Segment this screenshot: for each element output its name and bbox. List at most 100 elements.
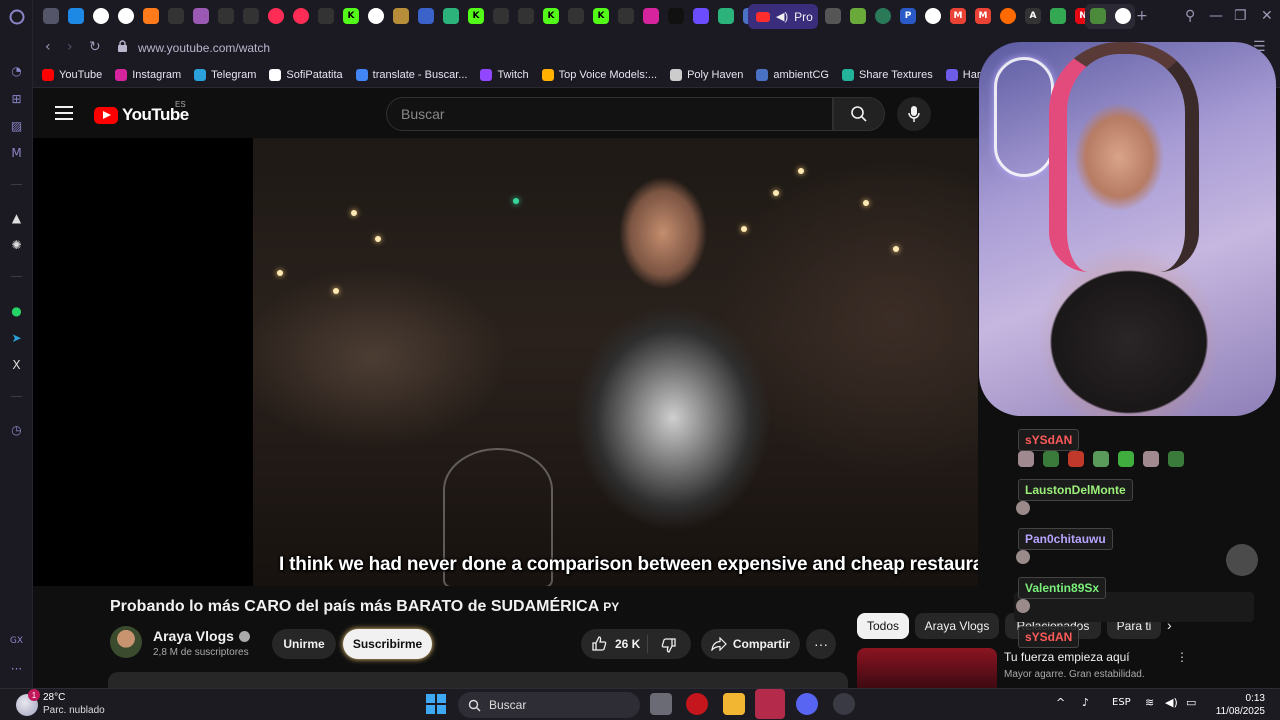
tab-favicon-3[interactable]	[118, 8, 134, 24]
tab-favicon-24[interactable]	[850, 8, 866, 24]
bookmark-item[interactable]: ambientCG	[756, 69, 829, 81]
windows-start-icon[interactable]	[426, 694, 446, 714]
reload-icon[interactable]: ↻	[89, 39, 101, 55]
bookmark-item[interactable]: Share Textures	[841, 69, 933, 81]
volume-icon[interactable]: ◀)	[1165, 696, 1178, 709]
tab-favicon-kick-2[interactable]: K	[468, 8, 484, 24]
aria-icon[interactable]: ▲	[8, 209, 25, 226]
tab-favicon-20[interactable]	[693, 8, 709, 24]
tab-favicon-23[interactable]	[825, 8, 841, 24]
more-actions-button[interactable]: ···	[806, 629, 836, 659]
tab-favicon-10[interactable]	[293, 8, 309, 24]
tray-chevron-icon[interactable]: ^	[1056, 696, 1065, 709]
recommended-menu-icon[interactable]: ⋮	[1176, 650, 1188, 664]
like-icon[interactable]	[591, 636, 607, 652]
chatgpt-icon[interactable]: ✺	[8, 236, 25, 253]
chip-channel[interactable]: Araya Vlogs	[915, 613, 999, 639]
app-icon[interactable]	[833, 693, 855, 715]
tab-favicon-instagram[interactable]	[643, 8, 659, 24]
video-frame[interactable]	[253, 138, 978, 586]
opera-logo-icon[interactable]	[8, 8, 25, 25]
clock[interactable]: 0:13 11/08/2025	[1205, 692, 1265, 718]
weather-description[interactable]: Parc. nublado	[43, 705, 105, 716]
search-button[interactable]	[833, 97, 885, 131]
tab-favicon-19[interactable]	[618, 8, 634, 24]
tab-favicon-5[interactable]	[168, 8, 184, 24]
tab-favicon-kick-3[interactable]: K	[543, 8, 559, 24]
discord-icon[interactable]	[796, 693, 818, 715]
wifi-icon[interactable]: ≋	[1145, 696, 1154, 709]
bookmark-item[interactable]: Telegram	[194, 69, 256, 81]
active-app-icon[interactable]	[755, 689, 785, 719]
taskbar-search[interactable]: Buscar	[458, 692, 640, 718]
bag-icon[interactable]: ⊞	[8, 90, 25, 107]
tab-favicon-12[interactable]	[368, 8, 384, 24]
join-button[interactable]: Unirme	[272, 629, 336, 659]
tab-favicon-8[interactable]	[243, 8, 259, 24]
tab-favicon-14[interactable]	[418, 8, 434, 24]
tab-favicon-26[interactable]: P	[900, 8, 916, 24]
tab-favicon-16[interactable]	[493, 8, 509, 24]
input-language[interactable]: ESP	[1112, 697, 1131, 708]
tray-mic-icon[interactable]: ♪	[1082, 696, 1089, 709]
back-icon[interactable]: ‹	[45, 39, 51, 55]
battery-icon[interactable]: ▭	[1186, 696, 1196, 709]
recommended-title[interactable]: Tu fuerza empieza aquí	[1004, 650, 1130, 664]
tab-favicon-18[interactable]	[568, 8, 584, 24]
tab-favicon-2[interactable]	[68, 8, 84, 24]
tab-favicon-kick-4[interactable]: K	[593, 8, 609, 24]
tab-favicon-13[interactable]	[393, 8, 409, 24]
video-player[interactable]: I think we had never done a comparison b…	[33, 138, 978, 586]
x-icon[interactable]: X	[8, 356, 25, 373]
tab-favicon-30[interactable]	[1090, 8, 1106, 24]
bookmark-item[interactable]: Twitch	[480, 69, 529, 81]
bookmark-item[interactable]: Top Voice Models:...	[541, 69, 657, 81]
tab-favicon-google[interactable]	[93, 8, 109, 24]
tab-favicon-maps[interactable]	[1050, 8, 1066, 24]
gx-label[interactable]: GX	[8, 632, 25, 649]
tab-favicon-7[interactable]	[218, 8, 234, 24]
chip-all[interactable]: Todos	[857, 613, 909, 639]
m-app-icon[interactable]: M	[8, 144, 25, 161]
player-overlay-button[interactable]	[1226, 544, 1258, 576]
subscribe-button[interactable]: Suscribirme	[343, 629, 432, 659]
tab-favicon-31[interactable]	[1115, 8, 1131, 24]
hamburger-menu-icon[interactable]	[55, 106, 73, 120]
tab-favicon-25[interactable]	[875, 8, 891, 24]
tab-favicon-6[interactable]	[193, 8, 209, 24]
weather-temperature[interactable]: 28°C	[43, 692, 65, 703]
telegram-icon[interactable]: ➤	[8, 329, 25, 346]
channel-avatar[interactable]	[110, 626, 142, 658]
channel-name-text[interactable]: Araya Vlogs	[153, 628, 234, 644]
bookmark-item[interactable]: Poly Haven	[670, 69, 743, 81]
speed-dial-icon[interactable]: ◔	[8, 62, 25, 79]
close-icon[interactable]: ✕	[1261, 8, 1273, 24]
tab-favicon-21[interactable]	[718, 8, 734, 24]
youtube-logo[interactable]: YouTube ES	[94, 100, 189, 125]
bookmark-item[interactable]: translate - Buscar...	[355, 69, 467, 81]
share-button[interactable]: Compartir	[701, 629, 800, 659]
tab-youtube-pro[interactable]: ◀) Pro	[748, 4, 818, 29]
task-view-icon[interactable]	[650, 693, 672, 715]
whatsapp-icon[interactable]: ●	[8, 302, 25, 319]
tab-favicon-15[interactable]	[443, 8, 459, 24]
tab-favicon-kick-1[interactable]: K	[343, 8, 359, 24]
tab-favicon-4[interactable]	[143, 8, 159, 24]
tab-favicon-1[interactable]	[43, 8, 59, 24]
tab-favicon-11[interactable]	[318, 8, 334, 24]
tab-favicon-tiktok[interactable]	[668, 8, 684, 24]
tab-favicon-17[interactable]	[518, 8, 534, 24]
more-sidebar-icon[interactable]: ···	[8, 660, 25, 677]
dislike-icon[interactable]	[661, 637, 677, 653]
bookmark-item[interactable]: Har	[945, 69, 981, 81]
tab-favicon-27[interactable]	[925, 8, 941, 24]
channel-name[interactable]: Araya Vlogs	[153, 628, 250, 644]
file-explorer-icon[interactable]	[723, 693, 745, 715]
bookmark-item[interactable]: YouTube	[42, 69, 102, 81]
url-field[interactable]: www.youtube.com/watch	[138, 41, 270, 55]
search-tabs-icon[interactable]: ⚲	[1185, 8, 1195, 24]
tab-favicon-9[interactable]	[268, 8, 284, 24]
recommended-thumbnail[interactable]	[857, 648, 997, 688]
bookmark-item[interactable]: SofiPatatita	[269, 69, 343, 81]
description-box[interactable]	[108, 672, 848, 688]
